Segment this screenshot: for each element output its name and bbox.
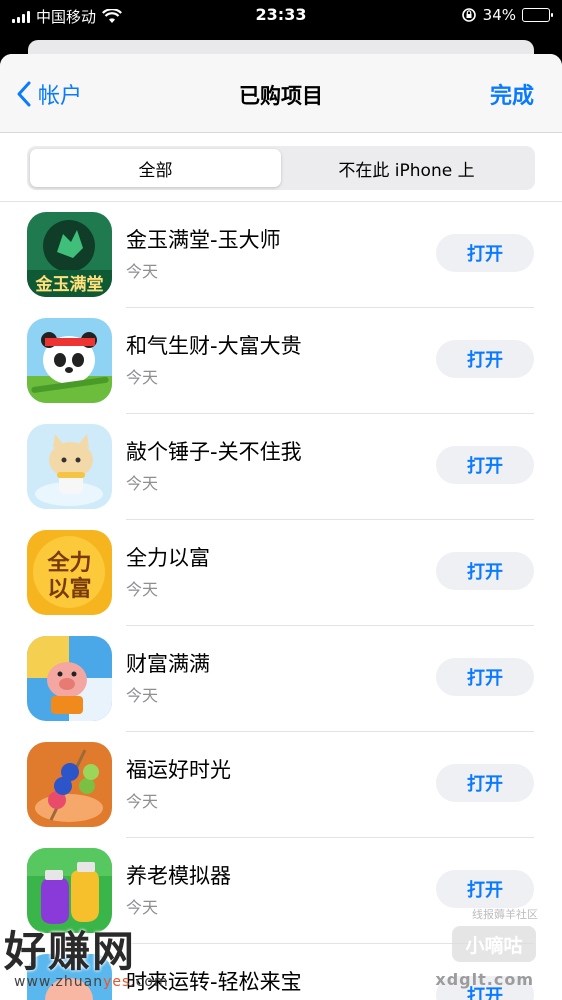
open-button[interactable]: 打开 — [436, 764, 534, 802]
app-name: 全力以富 — [126, 546, 210, 570]
list-item[interactable]: 全力 以富 全力以富 今天 打开 — [0, 520, 562, 626]
cat-app-icon — [27, 424, 112, 509]
status-bar: 中国移动 23:33 34% — [0, 0, 562, 32]
purchase-date: 今天 — [126, 262, 159, 281]
list-item[interactable]: 财富满满 今天 打开 — [0, 626, 562, 732]
pig-app-icon — [27, 636, 112, 721]
purchase-date: 今天 — [126, 686, 159, 705]
purchased-list: 金玉满堂 金玉满堂-玉大师 今天 打开 和气生财-大富大贵 今天 打开 敲个锤子… — [0, 202, 562, 1000]
skewer-app-icon — [27, 742, 112, 827]
done-button[interactable]: 完成 — [490, 78, 534, 110]
watermark-url: www.zhuanyes.com — [14, 974, 169, 990]
watermark-logo-text: 好赚网 — [4, 927, 137, 976]
app-name: 养老模拟器 — [126, 864, 231, 888]
watermark-url-c: .com — [130, 974, 169, 990]
list-item[interactable]: 福运好时光 今天 打开 — [0, 732, 562, 838]
quanli-icon-text-top: 全力 — [46, 550, 91, 576]
app-name: 和气生财-大富大贵 — [126, 334, 302, 358]
watermark-right: 线报薅羊社区 小嘀咕 xdglt.com — [435, 902, 548, 992]
app-name: 敲个锤子-关不住我 — [126, 440, 302, 464]
purchase-date: 今天 — [126, 368, 159, 387]
segment-not-on-iphone[interactable]: 不在此 iPhone 上 — [281, 149, 532, 187]
navigation-bar: 帐户 已购项目 完成 — [0, 54, 562, 132]
quanli-app-icon: 全力 以富 — [27, 530, 112, 615]
status-right: 34% — [461, 6, 553, 24]
watermark-badge: 小嘀咕 — [452, 926, 536, 962]
watermark-site: xdglt.com — [435, 970, 534, 989]
battery-icon — [522, 8, 553, 22]
list-item[interactable]: 和气生财-大富大贵 今天 打开 — [0, 308, 562, 414]
watermark-left: 好赚网 www.zhuanyes.com — [0, 918, 200, 1000]
open-button[interactable]: 打开 — [436, 446, 534, 484]
app-name: 福运好时光 — [126, 758, 231, 782]
filter-segment-area: 全部 不在此 iPhone 上 — [0, 133, 562, 201]
segment-all[interactable]: 全部 — [30, 149, 281, 187]
watermark-url-a: www.zhuan — [14, 974, 104, 990]
list-item[interactable]: 金玉满堂 金玉满堂-玉大师 今天 打开 — [0, 202, 562, 308]
purchase-date: 今天 — [126, 898, 159, 917]
jade-icon-text: 金玉满堂 — [35, 274, 104, 295]
watermark-caption: 线报薅羊社区 — [472, 908, 538, 921]
page-title: 已购项目 — [239, 84, 323, 108]
purchase-date: 今天 — [126, 474, 159, 493]
purchase-date: 今天 — [126, 580, 159, 599]
app-name: 财富满满 — [126, 652, 210, 676]
battery-percent: 34% — [482, 6, 516, 24]
orientation-lock-icon — [461, 8, 476, 22]
app-name: 金玉满堂-玉大师 — [126, 228, 281, 252]
panda-app-icon — [27, 318, 112, 403]
jade-app-icon: 金玉满堂 — [27, 212, 112, 297]
open-button[interactable]: 打开 — [436, 552, 534, 590]
quanli-icon-text-bottom: 以富 — [47, 576, 91, 602]
open-button[interactable]: 打开 — [436, 658, 534, 696]
list-item[interactable]: 敲个锤子-关不住我 今天 打开 — [0, 414, 562, 520]
open-button[interactable]: 打开 — [436, 340, 534, 378]
open-button[interactable]: 打开 — [436, 234, 534, 272]
purchase-date: 今天 — [126, 792, 159, 811]
purchased-sheet: 帐户 已购项目 完成 全部 不在此 iPhone 上 金玉满堂 金玉满堂-玉大师 — [0, 54, 562, 1000]
segmented-control: 全部 不在此 iPhone 上 — [27, 146, 535, 190]
watermark-url-b: yes — [103, 974, 131, 990]
